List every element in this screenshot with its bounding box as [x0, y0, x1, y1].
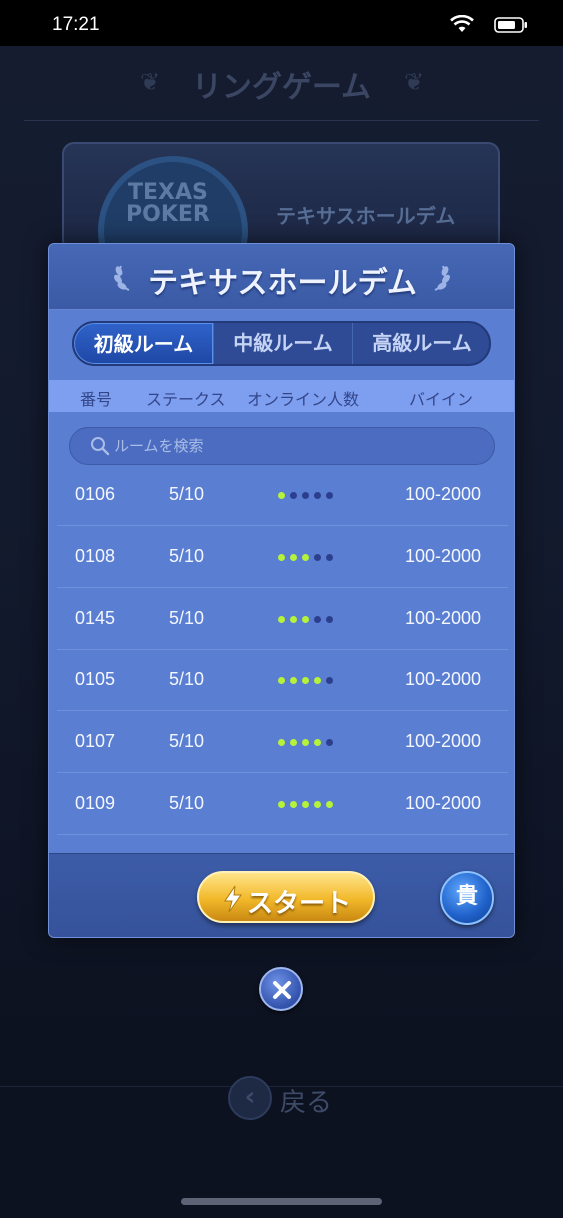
occupancy-dot-empty	[326, 677, 333, 685]
room-stakes: 5/10	[169, 731, 205, 752]
occupancy-dot-filled	[326, 801, 333, 808]
occupancy-dot-filled	[314, 739, 321, 747]
occupancy-dot-filled	[302, 553, 309, 561]
tab-intermediate-room[interactable]: 中級ルーム	[213, 323, 352, 364]
occupancy-dot-filled	[290, 615, 297, 623]
logo-text: TEXAS POKER	[126, 180, 210, 227]
occupancy-dot-empty	[326, 615, 333, 623]
tab-advanced-room[interactable]: 高級ルーム	[352, 323, 489, 364]
occupancy-dot-filled	[278, 492, 285, 499]
online-occupancy-indicator	[278, 677, 338, 685]
occupancy-dot-filled	[302, 801, 309, 808]
room-list: 0106 5/10 100-2000 0108 5/10 100-2000 0145 5/10…	[57, 464, 508, 854]
search-icon	[91, 437, 110, 456]
occupancy-dot-filled	[314, 677, 321, 685]
column-header: 番号 ステークス オンライン人数 バイイン	[49, 380, 514, 412]
column-stakes: ステークス	[146, 390, 226, 409]
start-label: スタート	[247, 889, 352, 919]
occupancy-dot-filled	[278, 739, 285, 747]
room-stakes: 5/10	[169, 607, 205, 628]
game-card-texas-holdem[interactable]: TEXAS POKER テキサスホールデム	[62, 142, 500, 306]
room-stakes: 5/10	[169, 484, 205, 504]
occupancy-dot-filled	[278, 615, 285, 623]
tab-beginner-room[interactable]: 初級ルーム	[74, 323, 213, 364]
status-time: 17:21	[52, 14, 100, 35]
search-input[interactable]	[114, 437, 474, 455]
room-number: 0109	[75, 793, 116, 813]
online-occupancy-indicator	[278, 553, 338, 562]
occupancy-dot-empty	[326, 739, 333, 747]
back-label: 戻る	[280, 1088, 333, 1118]
occupancy-dot-empty	[290, 492, 297, 499]
laurel-right-icon: ❦	[404, 68, 425, 96]
room-buyin: 100-2000	[405, 545, 482, 566]
room-search-box[interactable]	[69, 427, 495, 465]
status-bar: 17:21	[0, 0, 563, 46]
room-number: 0108	[75, 545, 116, 566]
room-buyin: 100-2000	[405, 793, 482, 813]
room-select-modal: テキサスホールデム 初級ルーム 中級ルーム 高級ルーム 番号 ステークス オンラ…	[48, 243, 515, 938]
occupancy-dot-empty	[314, 492, 321, 499]
room-row[interactable]: 0108 5/10 100-2000	[57, 526, 508, 588]
room-row[interactable]: 0105 5/10 100-2000	[57, 649, 508, 712]
room-row[interactable]: 0106 5/10 100-2000	[57, 464, 508, 526]
occupancy-dot-empty	[326, 553, 333, 561]
occupancy-dot-filled	[290, 739, 297, 747]
room-number: 0107	[75, 731, 116, 752]
occupancy-dot-empty	[326, 492, 333, 499]
occupancy-dot-filled	[290, 677, 297, 685]
room-stakes: 5/10	[169, 793, 205, 813]
wifi-icon	[450, 15, 474, 32]
room-number: 0106	[75, 484, 116, 504]
occupancy-dot-filled	[278, 801, 285, 808]
column-number: 番号	[80, 390, 113, 409]
room-level-tabs: 初級ルーム 中級ルーム 高級ルーム	[72, 321, 491, 366]
online-occupancy-indicator	[278, 492, 338, 500]
room-row[interactable]: 0109 5/10 100-2000	[57, 773, 508, 835]
modal-header: テキサスホールデム	[49, 244, 514, 310]
occupancy-dot-filled	[278, 677, 285, 685]
close-button[interactable]	[259, 967, 303, 1011]
occupancy-dot-filled	[302, 615, 309, 623]
modal-footer: スタート 貴	[49, 853, 514, 937]
back-button[interactable]: ‹ 戻る	[228, 1076, 348, 1124]
room-buyin: 100-2000	[405, 731, 482, 752]
game-card-name: テキサスホールデム	[276, 204, 456, 228]
room-row[interactable]: 0107 5/10 100-2000	[57, 711, 508, 774]
room-number: 0105	[75, 669, 116, 690]
occupancy-dot-filled	[290, 553, 297, 561]
online-occupancy-indicator	[278, 615, 338, 624]
occupancy-dot-filled	[302, 739, 309, 747]
laurel-right-icon	[434, 265, 450, 291]
column-online: オンライン人数	[247, 390, 360, 409]
room-number: 0145	[75, 607, 116, 628]
home-indicator	[181, 1198, 382, 1205]
occupancy-dot-empty	[314, 615, 321, 623]
occupancy-dot-empty	[302, 492, 309, 499]
vip-button[interactable]: 貴	[440, 871, 494, 925]
column-buyin: バイイン	[409, 390, 474, 409]
start-button[interactable]: スタート	[197, 871, 375, 923]
battery-icon	[494, 17, 527, 33]
room-buyin: 100-2000	[405, 484, 482, 504]
room-row[interactable]: 0145 5/10 100-2000	[57, 588, 508, 650]
online-occupancy-indicator	[278, 801, 338, 809]
room-buyin: 100-2000	[405, 607, 482, 628]
chevron-left-icon: ‹	[228, 1076, 272, 1120]
occupancy-dot-filled	[278, 553, 285, 561]
lightning-icon	[224, 885, 242, 913]
page-title: リングゲーム	[191, 70, 372, 105]
online-occupancy-indicator	[278, 739, 338, 747]
room-stakes: 5/10	[169, 545, 205, 566]
room-stakes: 5/10	[169, 669, 205, 690]
divider	[24, 120, 539, 121]
occupancy-dot-filled	[290, 801, 297, 808]
close-icon	[273, 981, 291, 999]
occupancy-dot-empty	[314, 553, 321, 561]
room-buyin: 100-2000	[405, 669, 482, 690]
occupancy-dot-filled	[302, 677, 309, 685]
occupancy-dot-filled	[314, 801, 321, 808]
